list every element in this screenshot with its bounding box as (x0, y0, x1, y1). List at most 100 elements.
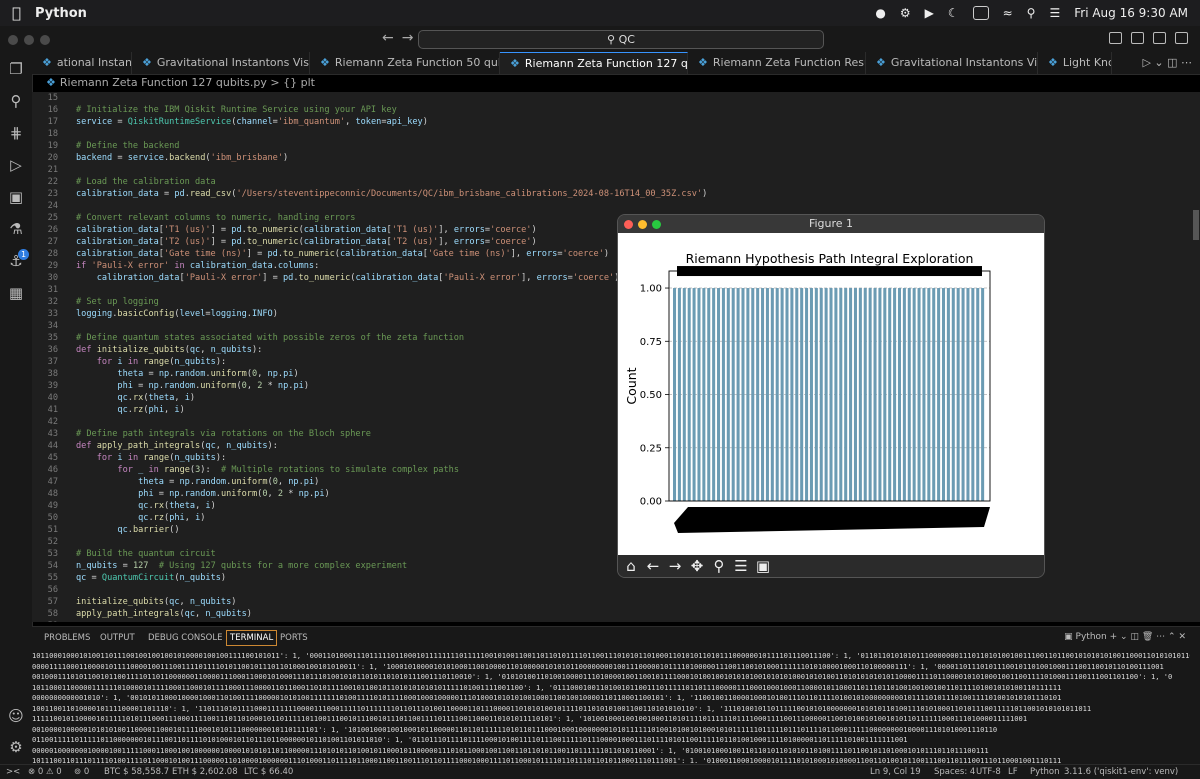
apple-icon[interactable]:  (12, 4, 21, 22)
configure-subplots-icon[interactable]: ☰ (731, 556, 751, 576)
maximize-panel-icon[interactable]: ⌃ (1168, 632, 1176, 642)
toggle-secondary-sidebar-icon[interactable] (1153, 32, 1166, 44)
split-terminal-icon[interactable]: ◫ (1130, 632, 1139, 642)
terminal-shell-label[interactable]: Python (1076, 632, 1107, 642)
code-line[interactable]: 18 (32, 128, 1182, 140)
code-line[interactable]: 23 calibration_data = pd.read_csv('/Users… (32, 188, 1182, 200)
figure-zoom-button[interactable] (652, 220, 661, 229)
bar (775, 288, 779, 501)
app-name[interactable]: Python (35, 6, 87, 21)
play-icon[interactable]: ▶ (925, 6, 934, 20)
close-window-button[interactable] (8, 35, 18, 45)
code-line[interactable]: 16 # Initialize the IBM Qiskit Runtime Se… (32, 104, 1182, 116)
python-interpreter[interactable]: 3.11.6 ('qiskit1-env': venv) (1064, 765, 1178, 779)
control-center-icon[interactable]: ☰ (1049, 6, 1060, 20)
more-actions-icon[interactable]: ⋯ (1156, 632, 1165, 642)
clock[interactable]: Fri Aug 16 9:30 AM (1074, 6, 1188, 20)
trash-icon[interactable]: 🗑 (1142, 632, 1153, 642)
bar (888, 288, 892, 501)
btc-price[interactable]: BTC $ 58,558.7 (104, 765, 169, 779)
cursor-position[interactable]: Ln 9, Col 19 (870, 765, 921, 779)
code-line[interactable]: 58 apply_path_integrals(qc, n_qubits) (32, 608, 1182, 620)
breadcrumb-file[interactable]: Riemann Zeta Function 127 qubits.py (60, 76, 267, 89)
line-number: 20 (47, 153, 58, 163)
wifi-icon[interactable]: ≈ (1003, 6, 1013, 20)
zoom-window-button[interactable] (40, 35, 50, 45)
editor-tab[interactable]: ❖ Riemann Zeta Function Results.py (688, 52, 866, 74)
editor-scrollbar[interactable] (1190, 92, 1200, 622)
scrollbar-thumb[interactable] (1193, 210, 1199, 240)
editor-tab[interactable]: ❖ ational Instantons.py (32, 52, 132, 74)
panel-tab-problems[interactable]: PROBLEMS (44, 633, 90, 643)
panel-tab-debug-console[interactable]: DEBUG CONSOLE (148, 633, 222, 643)
close-panel-icon[interactable]: ✕ (1178, 632, 1186, 642)
panel-tab-ports[interactable]: PORTS (280, 633, 308, 643)
status-icon[interactable]: ● (875, 6, 885, 20)
line-number: 57 (47, 597, 58, 607)
code-line[interactable]: 20 backend = service.backend('ibm_brisban… (32, 152, 1182, 164)
figure-close-button[interactable] (624, 220, 633, 229)
terminal-output[interactable]: 1011000100010100110111001001001001010000… (32, 651, 1190, 763)
code-line[interactable]: 21 (32, 164, 1182, 176)
code-text: qc.barrier() (117, 525, 180, 535)
eth-price[interactable]: ETH $ 2,602.08 (172, 765, 238, 779)
remote-explorer-icon[interactable]: ▦ (7, 284, 25, 302)
language-mode[interactable]: Python (1030, 765, 1059, 779)
code-text: qc.rx(theta, i) (117, 393, 196, 403)
minimize-window-button[interactable] (24, 35, 34, 45)
figure-minimize-button[interactable] (638, 220, 647, 229)
account-icon[interactable]: ☺ (7, 707, 25, 725)
code-line[interactable]: 56 (32, 584, 1182, 596)
chevron-down-icon[interactable]: ⌄ (1120, 632, 1128, 642)
toggle-panel-icon[interactable] (1131, 32, 1144, 44)
breadcrumb-symbol[interactable]: {} plt (283, 76, 315, 89)
new-terminal-icon[interactable]: + (1110, 632, 1118, 642)
back-arrow-icon[interactable]: ← (643, 556, 663, 576)
editor-tab[interactable]: ❖Riemann Zeta Function 127 qubits.py✕ (500, 52, 688, 74)
forward-arrow-icon[interactable]: → (665, 556, 685, 576)
code-text: qc.rz(phi, i) (117, 405, 185, 415)
encoding[interactable]: UTF-8 (976, 765, 1001, 779)
explorer-icon[interactable]: ❐ (7, 60, 25, 78)
figure-toolbar: ⌂ ← → ✥ ⚲ ☰ ▣ (618, 555, 1044, 577)
battery-icon[interactable] (972, 6, 989, 20)
search-icon[interactable]: ⚲ (7, 92, 25, 110)
problems-status[interactable]: ⊗ 0 ⚠ 0 (28, 765, 62, 779)
zoom-icon[interactable]: ⚲ (709, 556, 729, 576)
line-endings[interactable]: LF (1008, 765, 1018, 779)
status-icon[interactable]: ⚙ (900, 6, 911, 20)
toggle-sidebar-icon[interactable] (1109, 32, 1122, 44)
ltc-price[interactable]: LTC $ 66.40 (244, 765, 293, 779)
code-line[interactable]: 57 initialize_qubits(qc, n_qubits) (32, 596, 1182, 608)
panel-tab-output[interactable]: OUTPUT (100, 633, 135, 643)
settings-gear-icon[interactable]: ⚙ (7, 738, 25, 756)
code-line[interactable]: 19 # Define the backend (32, 140, 1182, 152)
remote-icon[interactable]: >< (6, 765, 20, 779)
code-line[interactable]: 17 service = QiskitRuntimeService(channel… (32, 116, 1182, 128)
editor-tab[interactable]: ❖ Gravitational Instantons Visuals2.py (866, 52, 1038, 74)
search-icon[interactable]: ⚲ (1027, 6, 1036, 20)
editor-tab[interactable]: ❖ Riemann Zeta Function 50 qubits.py (310, 52, 500, 74)
docker-icon[interactable]: ⚓ (7, 252, 25, 270)
extensions-icon[interactable]: ▣ (7, 188, 25, 206)
editor-actions[interactable]: ▷ ⌄ ◫ ⋯ (1142, 56, 1192, 69)
run-debug-icon[interactable]: ▷ (7, 156, 25, 174)
editor-tab[interactable]: ❖ Gravitational Instantons Visuals.py (132, 52, 310, 74)
ports-status[interactable]: ⊚ 0 (74, 765, 89, 779)
source-control-icon[interactable]: ⋕ (7, 124, 25, 142)
code-line[interactable]: 22 # Load the calibration data (32, 176, 1182, 188)
command-center-search[interactable]: ⚲ QC (418, 30, 824, 49)
testing-icon[interactable]: ⚗ (7, 220, 25, 238)
home-icon[interactable]: ⌂ (621, 556, 641, 576)
code-line[interactable]: 24 (32, 200, 1182, 212)
save-icon[interactable]: ▣ (753, 556, 773, 576)
pan-icon[interactable]: ✥ (687, 556, 707, 576)
code-line[interactable]: 59 (32, 620, 1182, 622)
customize-layout-icon[interactable] (1175, 32, 1188, 44)
panel-tab-terminal[interactable]: TERMINAL (226, 630, 278, 646)
nav-arrows[interactable]: ←→ (382, 30, 421, 46)
code-line[interactable]: 15 (32, 92, 1182, 104)
indentation[interactable]: Spaces: 4 (934, 765, 975, 779)
moon-icon[interactable]: ☾ (948, 6, 959, 20)
editor-tab[interactable]: ❖ Light Knot.py (1038, 52, 1112, 74)
